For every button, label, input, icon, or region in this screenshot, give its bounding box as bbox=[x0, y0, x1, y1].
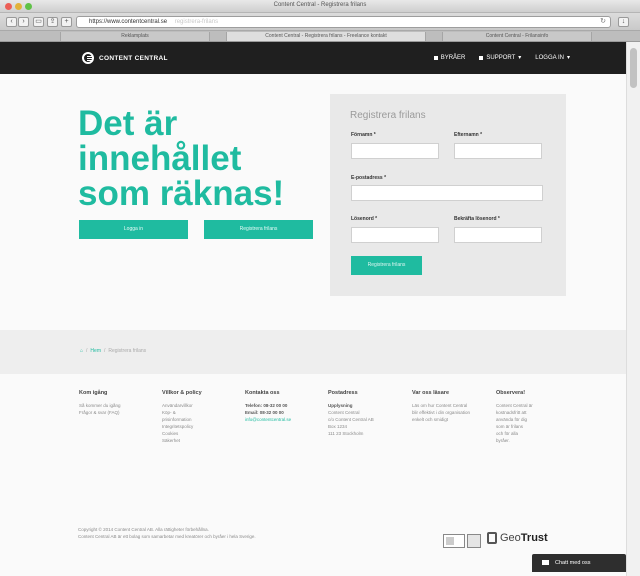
scrollbar-thumb[interactable] bbox=[630, 48, 637, 88]
address-suggestion: registrera-frilans bbox=[174, 19, 219, 25]
window-title: Content Central - Registrera frilans bbox=[273, 2, 367, 8]
footer-link[interactable]: prisinformation bbox=[162, 416, 240, 423]
submit-button[interactable]: Registrera frilans bbox=[351, 256, 422, 275]
email-label: E-postadress * bbox=[351, 175, 387, 181]
chevron-down-icon: ▾ bbox=[518, 55, 522, 61]
footer-col-getting-started: Kom igång Så kommer du igång Frågor & sv… bbox=[79, 390, 157, 416]
nav-bullet-icon bbox=[433, 55, 438, 60]
chat-button[interactable]: Chatt med oss bbox=[532, 554, 626, 572]
sidebar-toggle-icon[interactable]: ▭ bbox=[33, 17, 44, 27]
confirm-password-label: Bekräfta lösenord * bbox=[454, 216, 500, 222]
security-badge-icon bbox=[443, 534, 465, 548]
geotrust-logo[interactable]: GeoTrust bbox=[487, 532, 548, 544]
forward-button[interactable]: › bbox=[18, 17, 29, 27]
login-button[interactable]: Logga in bbox=[79, 220, 188, 239]
footer-link[interactable]: Köp- & bbox=[162, 409, 240, 416]
tab-frilansinfo[interactable]: Content Central - Frilansinfo bbox=[442, 32, 592, 41]
footer-col-address: Postadress Upplysning Content Central c/… bbox=[328, 390, 374, 436]
address-url: https://www.contentcentral.se bbox=[89, 19, 168, 25]
email-field[interactable] bbox=[351, 185, 543, 201]
browser-toolbar: ‹ › ▭ ⇪ + https://www.contentcentral.se … bbox=[0, 13, 640, 31]
share-icon[interactable]: ⇪ bbox=[47, 17, 58, 27]
footer-link[interactable]: Säkerhet bbox=[162, 437, 240, 444]
password-label: Lösenord * bbox=[351, 216, 378, 222]
footer-col-contact: Kontakta oss Telefon: 08-32 00 00 Email:… bbox=[245, 390, 323, 423]
tab-current[interactable]: Content Central - Registrera frilans - F… bbox=[226, 32, 426, 41]
copyright-text: Copyright © 2014 Content Central AB. All… bbox=[78, 527, 256, 539]
footer-link[interactable]: Cookies bbox=[162, 430, 240, 437]
chat-icon bbox=[542, 560, 549, 566]
main-nav: BYRÅER SUPPORT ▾ LOGGA IN ▾ bbox=[433, 54, 570, 62]
footer-col-terms: Villkor & policy Användarvillkor Köp- & … bbox=[162, 390, 240, 444]
register-freelance-button[interactable]: Registrera frilans bbox=[204, 220, 313, 239]
password-field[interactable] bbox=[351, 227, 439, 243]
logo-icon bbox=[82, 52, 94, 64]
window-titlebar: Content Central - Registrera frilans bbox=[0, 0, 640, 13]
footer-col-readers: Var oss läsare Läs om hur Content Centra… bbox=[412, 390, 470, 422]
home-icon[interactable]: ⌂ bbox=[80, 348, 83, 354]
chat-label: Chatt med oss bbox=[555, 560, 591, 566]
site-navbar: CONTENT CENTRAL BYRÅER SUPPORT ▾ LOGGA IN… bbox=[0, 42, 640, 74]
first-name-label: Förnamn * bbox=[351, 132, 376, 138]
geotrust-icon bbox=[487, 532, 497, 544]
footer-link[interactable]: Frågor & svar (FAQ) bbox=[79, 409, 157, 416]
hero-section: Det är innehållet som räknas! Logga in R… bbox=[0, 74, 640, 330]
address-bar[interactable]: https://www.contentcentral.se registrera… bbox=[76, 16, 611, 28]
tab-ad[interactable]: Reklamplats bbox=[60, 32, 210, 41]
hero-headline: Det är innehållet som räknas! bbox=[78, 104, 285, 213]
footer-col-notice: Observera! Content Central är kostnadsfr… bbox=[496, 390, 533, 443]
breadcrumb-separator: / bbox=[86, 348, 88, 354]
footer-email-link[interactable]: info@contentcentral.se bbox=[245, 416, 323, 423]
downloads-icon[interactable]: ↓ bbox=[618, 17, 629, 27]
logo-text: CONTENT CENTRAL bbox=[99, 54, 168, 62]
breadcrumb-bar: ⌂ / Hem / Registrera frilans bbox=[0, 330, 640, 374]
footer-link[interactable]: Så kommer du igång bbox=[79, 402, 157, 409]
site-footer: Kom igång Så kommer du igång Frågor & sv… bbox=[0, 374, 640, 576]
reload-icon[interactable]: ↻ bbox=[600, 17, 606, 27]
site-logo[interactable]: CONTENT CENTRAL bbox=[82, 52, 168, 64]
breadcrumb-current: Registrera frilans bbox=[108, 348, 147, 354]
nav-login[interactable]: LOGGA IN ▾ bbox=[535, 54, 570, 62]
breadcrumb-home[interactable]: Hem bbox=[90, 348, 101, 354]
footer-phone: Telefon: 08-32 00 00 bbox=[245, 403, 288, 408]
back-button[interactable]: ‹ bbox=[6, 17, 17, 27]
payment-badge-icon bbox=[467, 534, 481, 548]
nav-byraer[interactable]: BYRÅER bbox=[433, 54, 465, 61]
footer-email: Email: 08-32 00 00 bbox=[245, 410, 284, 415]
page-scrollbar[interactable] bbox=[626, 42, 640, 576]
first-name-field[interactable] bbox=[351, 143, 439, 159]
breadcrumb: ⌂ / Hem / Registrera frilans bbox=[80, 348, 146, 354]
last-name-field[interactable] bbox=[454, 143, 542, 159]
breadcrumb-separator: / bbox=[103, 348, 106, 354]
nav-bullet-icon bbox=[479, 55, 484, 60]
confirm-password-field[interactable] bbox=[454, 227, 542, 243]
last-name-label: Efternamn * bbox=[454, 132, 483, 138]
add-tab-icon[interactable]: + bbox=[61, 17, 72, 27]
nav-support[interactable]: SUPPORT ▾ bbox=[479, 54, 521, 61]
footer-link[interactable]: Integritetspolicy bbox=[162, 423, 240, 430]
footer-link[interactable]: Användarvillkor bbox=[162, 402, 240, 409]
register-form: Registrera frilans Förnamn * Efternamn *… bbox=[330, 94, 566, 296]
form-title: Registrera frilans bbox=[350, 110, 426, 121]
chevron-down-icon: ▾ bbox=[566, 55, 570, 61]
tab-bar: Reklamplats Content Central - Registrera… bbox=[0, 31, 640, 42]
